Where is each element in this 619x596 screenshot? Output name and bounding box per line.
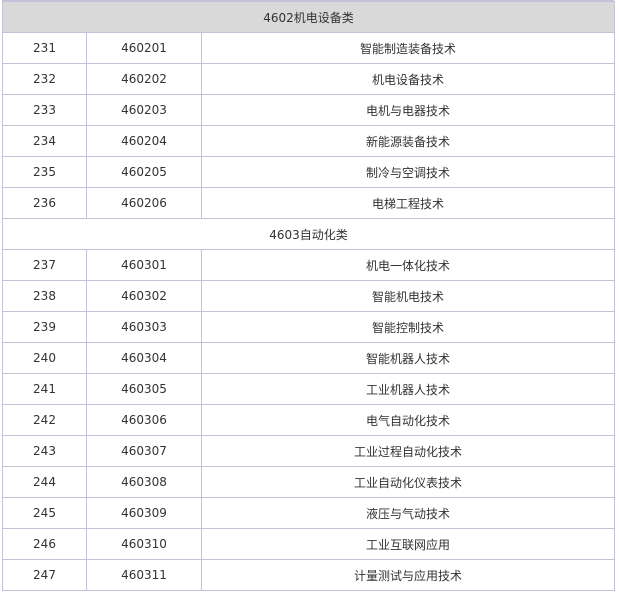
major-code-cell: 460308 [86, 466, 202, 498]
row-number-cell: 231 [2, 32, 87, 64]
major-name-cell: 智能机器人技术 [201, 342, 615, 374]
table-row: 237 460301 机电一体化技术 [2, 249, 615, 281]
major-code-cell: 460206 [86, 187, 202, 219]
row-number-cell: 233 [2, 94, 87, 126]
major-name-cell: 新能源装备技术 [201, 125, 615, 157]
row-number-cell: 237 [2, 249, 87, 281]
row-number-cell: 239 [2, 311, 87, 343]
major-name-cell: 机电一体化技术 [201, 249, 615, 281]
table-row: 244 460308 工业自动化仪表技术 [2, 466, 615, 498]
row-number-cell: 236 [2, 187, 87, 219]
row-number-cell: 244 [2, 466, 87, 498]
major-code-cell: 460302 [86, 280, 202, 312]
major-name-cell: 智能机电技术 [201, 280, 615, 312]
major-catalog-table: 4602机电设备类 231 460201 智能制造装备技术 232 460202 机电设备技… [2, 1, 615, 591]
table-row: 247 460311 计量测试与应用技术 [2, 559, 615, 591]
table-row: 232 460202 机电设备技术 [2, 63, 615, 95]
table-row: 239 460303 智能控制技术 [2, 311, 615, 343]
major-name-cell: 工业机器人技术 [201, 373, 615, 405]
row-number-cell: 243 [2, 435, 87, 467]
table-row: 231 460201 智能制造装备技术 [2, 32, 615, 64]
major-name-cell: 制冷与空调技术 [201, 156, 615, 188]
major-name-cell: 液压与气动技术 [201, 497, 615, 529]
major-code-cell: 460307 [86, 435, 202, 467]
row-number-cell: 232 [2, 63, 87, 95]
major-code-cell: 460310 [86, 528, 202, 560]
table-row: 242 460306 电气自动化技术 [2, 404, 615, 436]
section-title: 4602机电设备类 [2, 1, 615, 33]
major-code-cell: 460301 [86, 249, 202, 281]
row-number-cell: 245 [2, 497, 87, 529]
major-code-cell: 460204 [86, 125, 202, 157]
table-row: 240 460304 智能机器人技术 [2, 342, 615, 374]
table-row: 243 460307 工业过程自动化技术 [2, 435, 615, 467]
major-code-cell: 460205 [86, 156, 202, 188]
major-name-cell: 智能制造装备技术 [201, 32, 615, 64]
row-number-cell: 241 [2, 373, 87, 405]
major-name-cell: 工业过程自动化技术 [201, 435, 615, 467]
table-row: 236 460206 电梯工程技术 [2, 187, 615, 219]
section-title: 4603自动化类 [2, 218, 615, 250]
major-name-cell: 工业互联网应用 [201, 528, 615, 560]
table-row: 233 460203 电机与电器技术 [2, 94, 615, 126]
major-name-cell: 计量测试与应用技术 [201, 559, 615, 591]
major-name-cell: 工业自动化仪表技术 [201, 466, 615, 498]
table-row: 235 460205 制冷与空调技术 [2, 156, 615, 188]
major-code-cell: 460303 [86, 311, 202, 343]
major-code-cell: 460309 [86, 497, 202, 529]
major-code-cell: 460305 [86, 373, 202, 405]
major-code-cell: 460202 [86, 63, 202, 95]
major-code-cell: 460311 [86, 559, 202, 591]
section-header-row: 4602机电设备类 [2, 1, 615, 33]
table-body: 4602机电设备类 231 460201 智能制造装备技术 232 460202 机电设备技… [2, 1, 615, 591]
major-code-cell: 460306 [86, 404, 202, 436]
row-number-cell: 234 [2, 125, 87, 157]
section-header-row: 4603自动化类 [2, 218, 615, 250]
major-name-cell: 电气自动化技术 [201, 404, 615, 436]
major-catalog-table-wrapper: 4602机电设备类 231 460201 智能制造装备技术 232 460202 机电设备技… [2, 1, 615, 591]
major-code-cell: 460304 [86, 342, 202, 374]
major-name-cell: 电梯工程技术 [201, 187, 615, 219]
major-name-cell: 电机与电器技术 [201, 94, 615, 126]
row-number-cell: 235 [2, 156, 87, 188]
table-row: 238 460302 智能机电技术 [2, 280, 615, 312]
row-number-cell: 240 [2, 342, 87, 374]
table-row: 241 460305 工业机器人技术 [2, 373, 615, 405]
major-code-cell: 460201 [86, 32, 202, 64]
row-number-cell: 242 [2, 404, 87, 436]
table-row: 234 460204 新能源装备技术 [2, 125, 615, 157]
table-row: 245 460309 液压与气动技术 [2, 497, 615, 529]
major-code-cell: 460203 [86, 94, 202, 126]
row-number-cell: 238 [2, 280, 87, 312]
major-name-cell: 智能控制技术 [201, 311, 615, 343]
row-number-cell: 247 [2, 559, 87, 591]
row-number-cell: 246 [2, 528, 87, 560]
major-name-cell: 机电设备技术 [201, 63, 615, 95]
table-row: 246 460310 工业互联网应用 [2, 528, 615, 560]
